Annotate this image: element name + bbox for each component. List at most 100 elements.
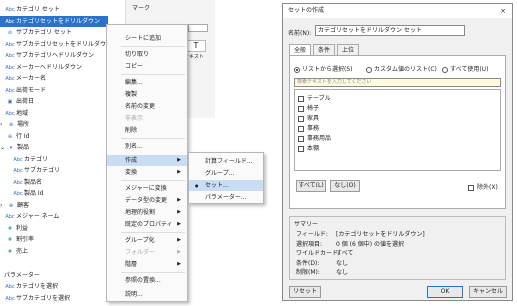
field-item[interactable]: ▣ 出荷日: [0, 96, 118, 107]
menu-item[interactable]: メジャーに変換: [107, 183, 187, 194]
field-item[interactable]: Abcメーカーへドリルダウン: [0, 62, 118, 73]
field-item[interactable]: › ⊕ 顧客: [0, 200, 118, 211]
menu-item[interactable]: グループ化 ▶: [107, 235, 187, 246]
field-item[interactable]: Abcメジャー ネーム: [0, 211, 118, 222]
field-item[interactable]: Abcカテゴリ: [0, 154, 118, 165]
field-item[interactable]: Abcサブカテゴリ: [0, 165, 118, 176]
submenu-item-label: 計算フィールド...: [205, 158, 253, 165]
field-item[interactable]: › ⊕ 場所: [0, 119, 118, 130]
member-item[interactable]: 事務: [298, 123, 319, 132]
submenu-arrow-icon: ▶: [177, 237, 181, 243]
summary-row: 選択項目: 0 個 (6 個中) の値を選択: [296, 239, 404, 248]
menu-item[interactable]: 名前の変更: [107, 101, 187, 112]
radio-all[interactable]: すべて使用(U): [442, 64, 488, 73]
checkbox-icon: [298, 145, 304, 152]
dimension-icon: Abc: [5, 18, 15, 25]
menu-item[interactable]: 編集...: [107, 77, 187, 88]
parameter-item[interactable]: Abcサブカテゴリを選択: [0, 293, 70, 304]
field-item[interactable]: Abcサブカテゴリセットをドリルダウン: [0, 39, 118, 50]
field-label: カテゴリ: [24, 155, 49, 163]
field-item[interactable]: Abcカテゴリ セット: [0, 4, 118, 15]
reset-button[interactable]: リセット: [289, 286, 321, 298]
general-tab-panel: リストから選択(S) カスタム値のリスト(C) すべて使用(U) 検索テキストを…: [289, 55, 506, 209]
radio-list-label: リストから選択(S): [302, 66, 353, 73]
parameter-item[interactable]: Abcカテゴリを選択: [0, 281, 58, 292]
menu-item-label: 参照の置換...: [125, 277, 161, 284]
submenu-item[interactable]: 計算フィールド...: [189, 156, 263, 167]
field-item[interactable]: Abc製品 Id: [0, 188, 118, 199]
menu-separator: [121, 74, 185, 75]
cancel-button[interactable]: キャンセル: [469, 286, 507, 298]
set-name-input[interactable]: カテゴリセットをドリルダウン セット: [315, 25, 465, 36]
tab-top[interactable]: 上位: [337, 44, 360, 55]
field-label: サブカテゴリセットをドリルダウン: [16, 40, 113, 48]
menu-item-label: 名前の変更: [125, 103, 156, 110]
menu-item[interactable]: 階層 ▶: [107, 259, 187, 270]
parameter-icon: Abc: [5, 295, 15, 302]
field-item[interactable]: ⊘ サブカテゴリ セット: [0, 27, 118, 38]
parameters-header: パラメーター: [4, 272, 40, 279]
field-item[interactable]: # 利益: [0, 223, 118, 234]
menu-item[interactable]: 説明...: [107, 289, 187, 300]
field-item[interactable]: Abc出荷モード: [0, 85, 118, 96]
dimension-icon: Abc: [5, 214, 15, 220]
submenu-item[interactable]: パラメーター...: [189, 192, 263, 203]
field-label: サブカテゴリ セット: [16, 29, 72, 36]
checkbox-icon: [298, 95, 304, 102]
menu-item[interactable]: 地理的役割 ▶: [107, 207, 187, 218]
field-label: メジャー ネーム: [16, 213, 60, 220]
field-item[interactable]: # 割引率: [0, 234, 118, 245]
menu-item[interactable]: 作成 ▶: [107, 155, 187, 166]
search-input[interactable]: 検索テキストを入力してください: [294, 78, 501, 87]
menu-item[interactable]: コピー: [107, 61, 187, 72]
all-button[interactable]: すべて(L): [296, 180, 326, 192]
menu-item-label: 非表示: [125, 115, 144, 122]
none-button[interactable]: なし(O): [330, 180, 360, 192]
exclude-checkbox[interactable]: 除外(X): [468, 182, 498, 191]
field-item[interactable]: ⌄ ▾ 製品: [0, 142, 118, 153]
menu-item[interactable]: シートに追加: [107, 33, 187, 44]
mark-type-dropdown[interactable]: [188, 24, 208, 32]
field-item[interactable]: Abc製品名: [0, 177, 118, 188]
field-label: 製品名: [24, 178, 43, 186]
submenu-item[interactable]: ● セット...: [189, 180, 263, 191]
menu-item[interactable]: 変換 ▶: [107, 167, 187, 178]
field-item[interactable]: Abcカテゴリセットをドリルダウン: [0, 15, 108, 27]
member-item[interactable]: 家具: [298, 113, 319, 122]
menu-item[interactable]: データ型の変更 ▶: [107, 195, 187, 206]
field-item[interactable]: # 売上: [0, 246, 118, 257]
member-item[interactable]: 事務用品: [298, 133, 331, 142]
menu-item[interactable]: 複製: [107, 89, 187, 100]
close-icon[interactable]: ×: [500, 4, 506, 18]
radio-list[interactable]: リストから選択(S): [294, 64, 353, 73]
field-item[interactable]: ⊕ 行 Id: [0, 131, 118, 142]
dimension-icon: ▣: [7, 99, 13, 105]
menu-item[interactable]: 切り取り: [107, 49, 187, 60]
summary-value: なし: [336, 259, 349, 267]
member-label: 家具: [307, 115, 320, 122]
tab-condition[interactable]: 条件: [313, 44, 336, 55]
radio-custom[interactable]: カスタム値のリスト(C): [366, 64, 437, 73]
menu-item[interactable]: 削除: [107, 125, 187, 136]
menu-item-label: 階層: [125, 261, 138, 268]
menu-item-label: 既定のプロパティ: [125, 221, 173, 228]
dimension-icon: Abc: [5, 87, 15, 94]
field-item[interactable]: Abc地域: [0, 108, 118, 119]
field-item[interactable]: Abcメーカー名: [0, 73, 118, 84]
member-item[interactable]: テーブル: [298, 93, 331, 102]
field-item[interactable]: Abcサブカテゴリへドリルダウン: [0, 50, 118, 61]
field-context-menu: シートに追加 切り取り コピー編集... 複製名前の変更非表示削除別名... 作成 ▶ 変換…: [106, 24, 188, 302]
submenu-item[interactable]: グループ...: [189, 168, 263, 179]
member-item[interactable]: 椅子: [298, 103, 319, 112]
menu-item[interactable]: 既定のプロパティ ▶: [107, 219, 187, 230]
summary-header: サマリー: [294, 221, 319, 228]
member-item[interactable]: 本棚: [298, 143, 319, 152]
text-mark-icon[interactable]: T: [186, 40, 206, 52]
menu-item[interactable]: 別名...: [107, 141, 187, 152]
summary-value: なし: [336, 269, 349, 276]
menu-separator: [121, 180, 185, 181]
dimension-icon: Abc: [5, 41, 15, 48]
ok-button[interactable]: OK: [427, 286, 463, 298]
member-list: テーブル 椅子家具 事務 事務用品 本棚: [294, 89, 501, 171]
menu-item[interactable]: 参照の置換...: [107, 275, 187, 286]
